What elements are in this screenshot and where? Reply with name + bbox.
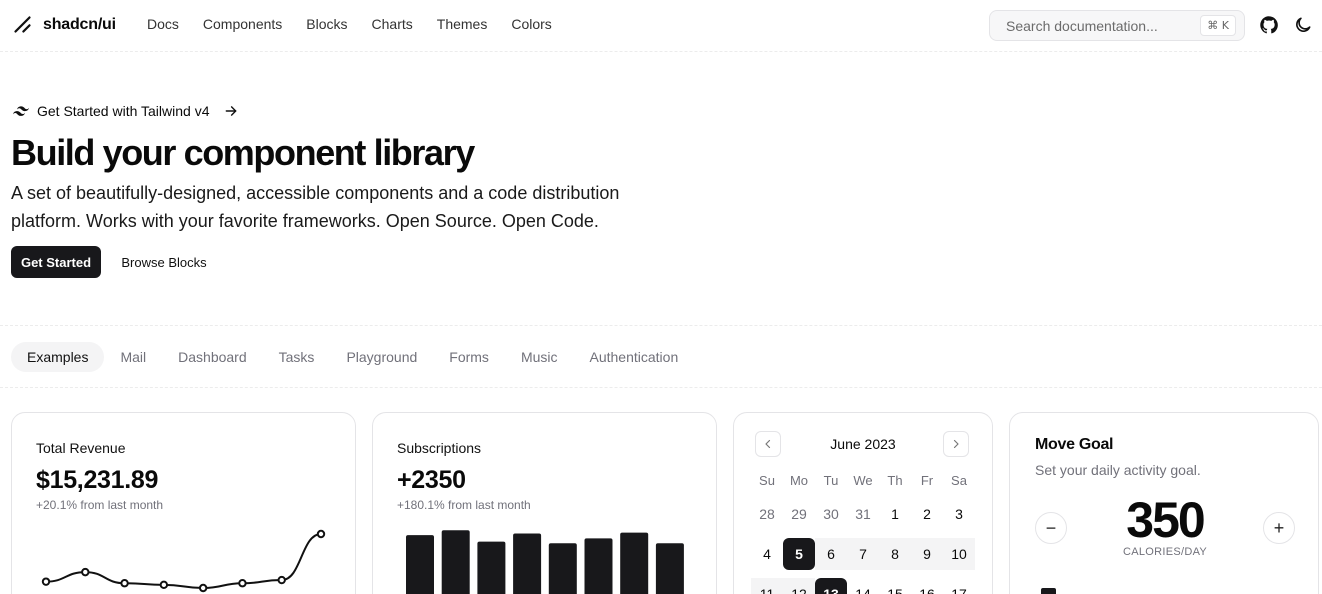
logo-link[interactable]: shadcn/ui [12,14,116,35]
calendar-day[interactable]: 10 [943,538,975,570]
announcement-text: Get Started with Tailwind v4 [37,103,210,119]
subscriptions-bar [620,532,649,594]
calendar-day[interactable]: 30 [815,498,847,530]
revenue-point [198,583,208,593]
goal-description: Set your daily activity goal. [1035,462,1201,478]
calendar-day[interactable]: 12 [783,578,815,594]
tab-tasks[interactable]: Tasks [263,342,331,372]
section-divider [0,387,1322,388]
card-label: Subscriptions [397,440,482,456]
tab-forms[interactable]: Forms [433,342,505,372]
tab-playground[interactable]: Playground [330,342,433,372]
examples-tabs: Examples Mail Dashboard Tasks Playground… [11,342,694,372]
calendar-weekday: We [853,472,873,488]
card-change: +20.1% from last month [36,498,164,512]
subscriptions-bar [513,533,542,594]
calendar-day[interactable]: 11 [751,578,783,594]
calendar-day[interactable]: 13 [815,578,847,594]
move-goal-card: Move Goal Set your daily activity goal. … [1009,412,1319,594]
calendar-day[interactable]: 7 [847,538,879,570]
nav-themes[interactable]: Themes [437,16,488,32]
calendar-day[interactable]: 5 [783,538,815,570]
page-subtitle: A set of beautifully-designed, accessibl… [11,183,620,231]
github-icon[interactable] [1259,15,1279,35]
logo-icon [14,16,31,33]
announcement-link[interactable]: Get Started with Tailwind v4 [13,103,238,119]
tab-dashboard[interactable]: Dashboard [162,342,263,372]
search-placeholder: Search documentation... [1006,18,1158,34]
next-month-button[interactable] [943,431,969,457]
calendar-weekday: Tu [823,472,839,488]
card-value: +2350 [397,466,466,494]
chevron-right-icon [953,439,959,449]
goal-unit: CALORIES/DAY [1122,546,1208,558]
browse-blocks-button[interactable]: Browse Blocks [110,246,218,278]
tab-authentication[interactable]: Authentication [574,342,695,372]
calendar-day[interactable]: 1 [879,498,911,530]
calendar-weekday: Fr [920,472,934,488]
revenue-point [159,580,169,590]
nav-charts[interactable]: Charts [372,16,413,32]
arrow-right-icon [225,106,236,116]
revenue-card: Total Revenue $15,231.89 +20.1% from las… [11,412,356,594]
page-title: Build your component library [11,132,475,173]
tab-music[interactable]: Music [505,342,574,372]
calendar-card: June 2023 Su Mo Tu We Th Fr Sa 28 29 30 31 1 2 3 4 5 6 7 8… [733,412,993,594]
card-label: Total Revenue [36,440,126,456]
calendar-day[interactable]: 17 [943,578,975,594]
goal-title: Move Goal [1035,436,1114,453]
calendar-day[interactable]: 6 [815,538,847,570]
subscriptions-bar [406,535,434,594]
revenue-point [41,577,51,586]
site-header: shadcn/ui Docs Components Blocks Charts … [0,0,1322,52]
revenue-point [81,567,90,577]
search-input[interactable]: Search documentation... ⌘ K [989,10,1245,41]
calendar-day[interactable]: 28 [751,498,783,530]
calendar-day[interactable]: 4 [751,538,783,570]
tab-examples[interactable]: Examples [11,342,105,372]
subscriptions-bar [477,541,506,594]
subscriptions-bar-chart [406,530,684,594]
calendar-day[interactable]: 3 [943,498,975,530]
calendar-day[interactable]: 16 [911,578,943,594]
increase-goal-button[interactable]: + [1263,512,1295,544]
subscriptions-card: Subscriptions +2350 +180.1% from last mo… [372,412,717,594]
subscriptions-bar [441,530,470,594]
get-started-button[interactable]: Get Started [11,246,101,278]
main-nav: Docs Components Blocks Charts Themes Col… [147,16,576,32]
nav-docs[interactable]: Docs [147,16,179,32]
revenue-point [238,579,247,588]
nav-components[interactable]: Components [203,16,282,32]
calendar-day[interactable]: 9 [911,538,943,570]
tailwind-icon [13,106,29,116]
calendar-day[interactable]: 14 [847,578,879,594]
subscriptions-bar [548,543,577,594]
revenue-line-chart [41,529,326,593]
nav-colors[interactable]: Colors [511,16,551,32]
brand-name: shadcn/ui [43,15,116,33]
calendar-day[interactable]: 31 [847,498,879,530]
calendar-day[interactable]: 15 [879,578,911,594]
search-shortcut: ⌘ K [1200,15,1236,36]
goal-bar-chart [1041,588,1056,594]
nav-blocks[interactable]: Blocks [306,16,347,32]
goal-bar [1041,588,1056,594]
calendar-weekday: Su [759,472,775,488]
subscriptions-bar [584,538,613,594]
calendar-day[interactable]: 2 [911,498,943,530]
section-divider [0,325,1322,326]
calendar-weekday: Th [887,472,903,488]
calendar-weekday: Sa [951,472,967,488]
calendar-day[interactable]: 8 [879,538,911,570]
card-change: +180.1% from last month [397,498,531,512]
tab-mail[interactable]: Mail [104,342,162,372]
revenue-point [277,575,286,585]
revenue-point [120,579,129,588]
revenue-point [316,529,326,539]
card-value: $15,231.89 [36,466,159,494]
subscriptions-bar [655,543,684,594]
calendar-day[interactable]: 29 [783,498,815,530]
dark-mode-toggle-icon[interactable] [1293,15,1313,35]
calendar-weekday: Mo [789,472,809,488]
